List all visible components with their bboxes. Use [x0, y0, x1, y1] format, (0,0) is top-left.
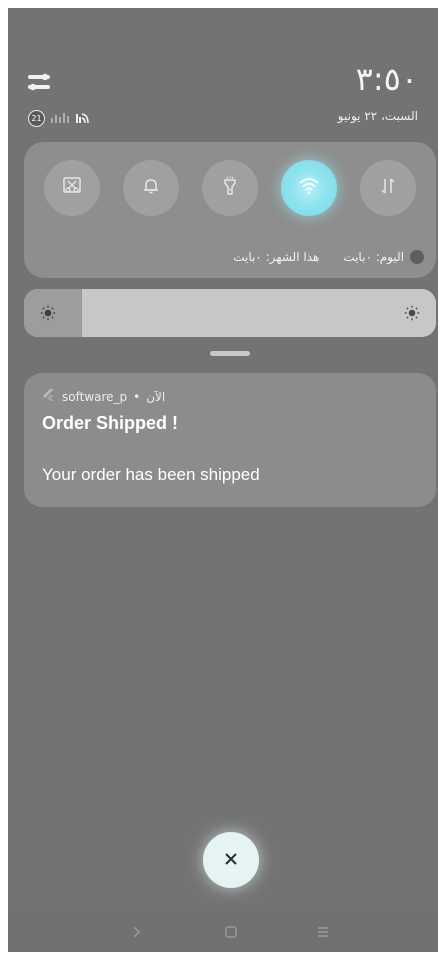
notification-title: Order Shipped ! — [42, 413, 179, 433]
brightness-low-icon — [40, 305, 56, 325]
brightness-high-icon — [404, 305, 420, 325]
status-icons: 21 — [28, 109, 89, 128]
tile-sound[interactable] — [123, 160, 179, 216]
navigation-bar — [8, 912, 438, 952]
wifi-status-icon — [75, 109, 89, 128]
notification-app-name: software_p — [62, 389, 128, 404]
settings-sliders-icon[interactable] — [28, 72, 52, 94]
data-usage-month: هذا الشهر: ٠بايت — [233, 250, 320, 264]
notification-shade: ٣:٥٠ 21 السبت، ٢٢ يونيو اليوم: ٠بايت هذا… — [8, 8, 438, 952]
brightness-slider[interactable] — [24, 289, 436, 337]
screenshot-scissors-icon — [62, 176, 82, 200]
notification-count-badge: 21 — [28, 110, 45, 127]
signal-icon — [51, 109, 69, 128]
home-square-icon[interactable] — [224, 924, 238, 943]
back-chevron-icon[interactable] — [132, 924, 142, 943]
notification-header: software_p • الآن — [42, 388, 165, 405]
clock[interactable]: ٣:٥٠ — [356, 60, 418, 98]
notification-body: Your order has been shipped — [42, 465, 260, 484]
data-usage-today: اليوم: ٠بايت — [343, 250, 404, 264]
tile-mobile-data[interactable] — [360, 160, 416, 216]
tile-flashlight[interactable] — [202, 160, 258, 216]
close-icon — [224, 851, 238, 870]
drag-handle[interactable] — [210, 351, 250, 356]
notification-time: الآن — [146, 389, 166, 404]
bell-icon — [141, 176, 161, 200]
data-arrows-icon — [379, 176, 397, 200]
clear-all-button[interactable] — [203, 832, 259, 888]
quick-settings-panel: اليوم: ٠بايت هذا الشهر: ٠بايت — [24, 142, 436, 278]
menu-lines-icon[interactable] — [316, 924, 330, 943]
date[interactable]: السبت، ٢٢ يونيو — [338, 109, 418, 123]
notification-card[interactable]: software_p • الآن Order Shipped ! Your o… — [24, 373, 436, 507]
flashlight-icon — [220, 176, 240, 200]
flutter-app-icon — [42, 388, 56, 405]
wifi-icon — [298, 177, 320, 199]
notification-separator: • — [133, 389, 141, 404]
tile-wifi[interactable] — [281, 160, 337, 216]
data-usage-row[interactable]: اليوم: ٠بايت هذا الشهر: ٠بايت — [233, 250, 424, 264]
info-icon — [410, 250, 424, 264]
tile-screenshot[interactable] — [44, 160, 100, 216]
